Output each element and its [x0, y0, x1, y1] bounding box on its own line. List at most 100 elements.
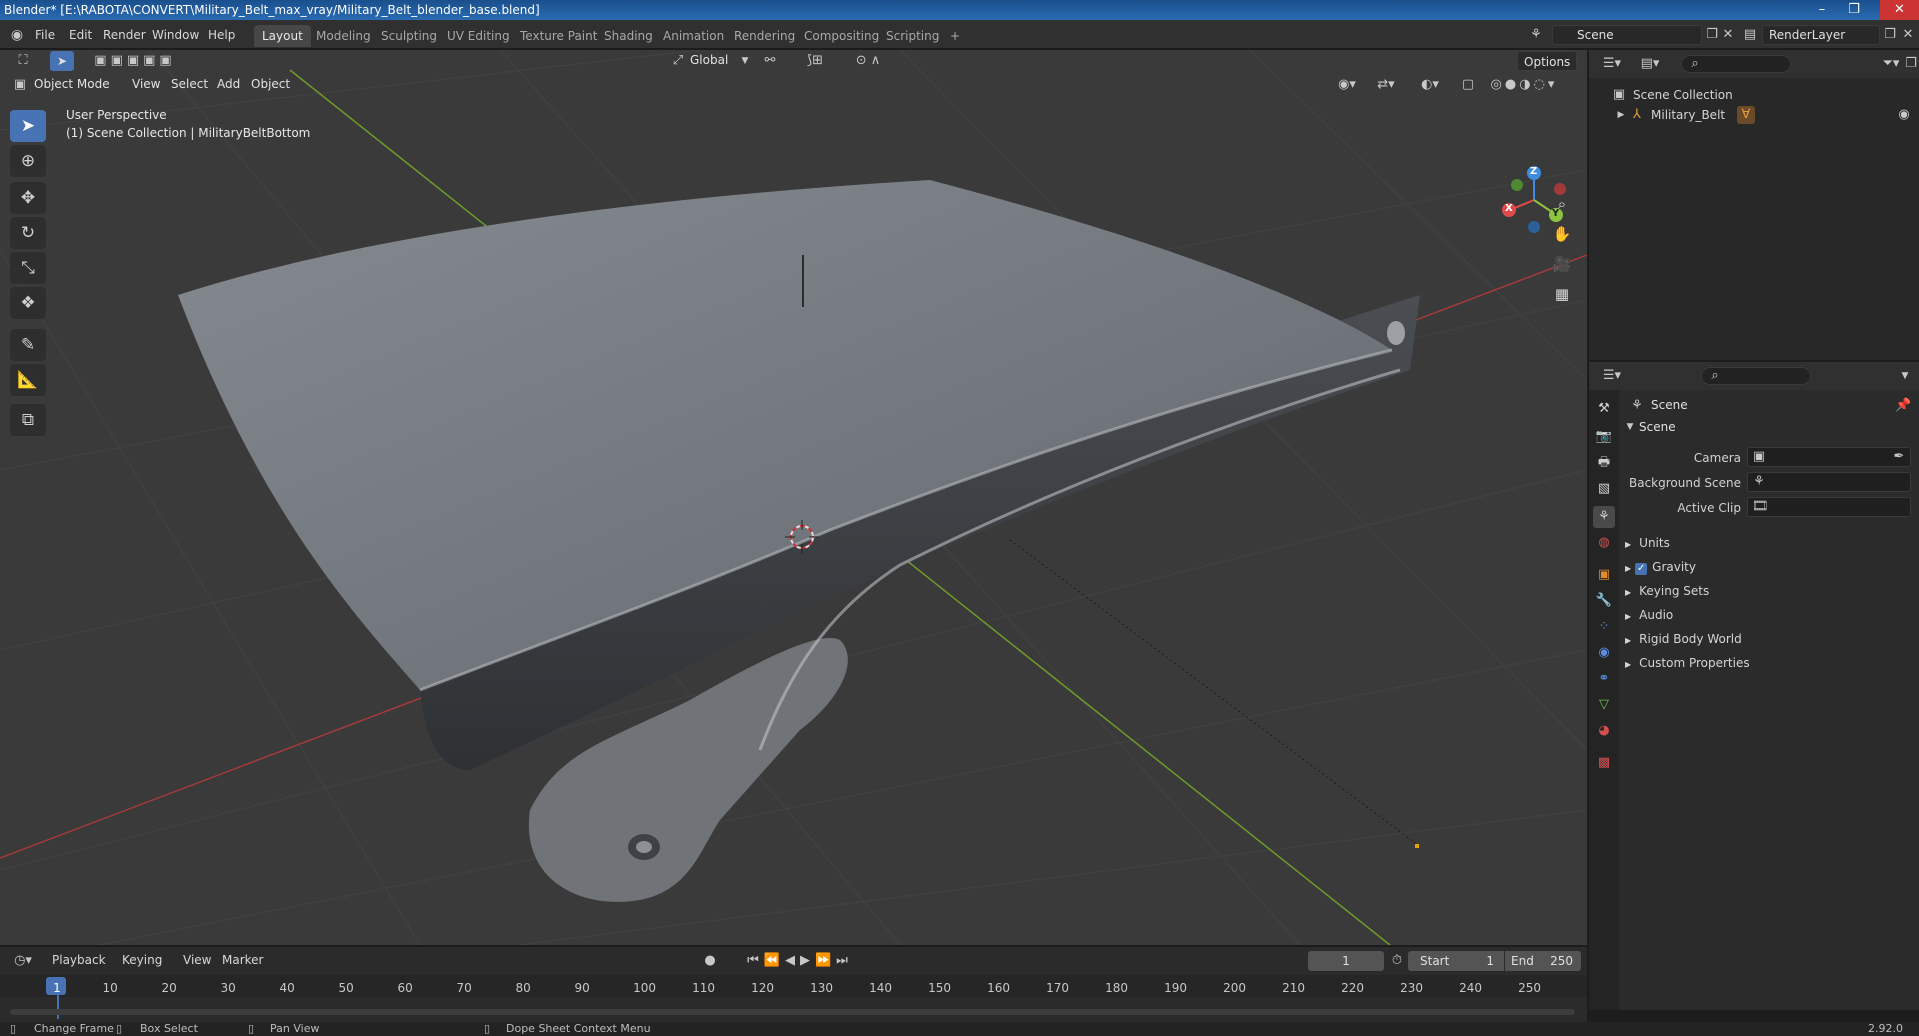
physics-tab-icon[interactable]: ◉	[1593, 642, 1615, 664]
rotate-tool-icon[interactable]: ↻	[10, 217, 46, 249]
tab-uv-editing[interactable]: UV Editing	[439, 25, 518, 47]
maximize-button[interactable]: ❐	[1840, 0, 1868, 20]
current-frame-field[interactable]: 1	[1308, 951, 1384, 971]
background-scene-field[interactable]: ⚘	[1747, 472, 1911, 492]
annotate-tool-icon[interactable]: ✎	[10, 329, 46, 361]
modifier-tab-icon[interactable]: 🔧	[1593, 590, 1615, 612]
menu-playback[interactable]: Playback	[52, 953, 106, 967]
menu-file[interactable]: File	[32, 26, 58, 44]
menu-keying[interactable]: Keying	[122, 953, 162, 967]
zoom-icon[interactable]: ⌕	[1548, 190, 1576, 218]
menu-render[interactable]: Render	[100, 26, 149, 44]
add-workspace-button[interactable]: +	[942, 25, 968, 47]
new-scene-icon[interactable]: ❐	[1704, 26, 1720, 44]
gravity-checkbox[interactable]: ✓	[1635, 563, 1648, 575]
menu-object[interactable]: Object	[251, 74, 290, 94]
render-tab-icon[interactable]: 📷	[1593, 426, 1615, 448]
view-layer-tab-icon[interactable]: ▧	[1593, 478, 1615, 500]
menu-timeline-view[interactable]: View	[183, 953, 211, 967]
tab-scripting[interactable]: Scripting	[878, 25, 947, 47]
world-tab-icon[interactable]: ◍	[1593, 532, 1615, 554]
timeline-editor-type-icon[interactable]: ◷▾	[10, 952, 36, 970]
panel-rigid-body-world[interactable]: ▶ Rigid Body World	[1625, 628, 1742, 650]
transform-tool-icon[interactable]: ❖	[10, 287, 46, 319]
timeline-scrollbar[interactable]	[10, 1009, 1575, 1015]
panel-audio[interactable]: ▶ Audio	[1625, 604, 1673, 626]
panel-gravity[interactable]: ▶ ✓ Gravity	[1625, 556, 1696, 578]
pan-hand-icon[interactable]: ✋	[1548, 220, 1576, 248]
panel-expand-arrow-icon[interactable]: ▼	[1625, 418, 1635, 436]
scene-tab-icon[interactable]: ⚘	[1593, 506, 1615, 528]
delete-renderlayer-icon[interactable]: ✕	[1900, 26, 1916, 44]
tab-layout[interactable]: Layout	[254, 25, 311, 47]
properties-search-input[interactable]: ⌕	[1701, 367, 1811, 385]
minimize-button[interactable]: –	[1808, 0, 1836, 20]
scene-selector[interactable]: Scene	[1552, 25, 1702, 45]
tab-animation[interactable]: Animation	[655, 25, 732, 47]
panel-custom-properties[interactable]: ▶ Custom Properties	[1625, 652, 1750, 674]
move-tool-icon[interactable]: ✥	[10, 182, 46, 214]
tab-texture-paint[interactable]: Texture Paint	[512, 25, 605, 47]
outliner-editor-type-icon[interactable]: ☰▾	[1599, 55, 1625, 73]
overlays-icon[interactable]: ◐▾	[1412, 76, 1448, 94]
output-tab-icon[interactable]: 🖶	[1593, 452, 1615, 474]
xray-icon[interactable]: ▢	[1458, 76, 1478, 94]
gizmo-x-label[interactable]: X	[1505, 203, 1513, 214]
outliner-row-military-belt[interactable]: ▶ ⅄ Military_Belt ∀ ◉	[1589, 105, 1919, 125]
proportional-editing-icon[interactable]: ⊙ ∧	[848, 52, 888, 70]
tool-tab-icon[interactable]: ⚒	[1593, 398, 1615, 420]
add-cube-tool-icon[interactable]: ⧉	[10, 404, 46, 436]
pin-icon[interactable]: 📌	[1895, 397, 1911, 415]
playback-controls-icons[interactable]: ⏮⏪◀▶⏩⏭	[745, 952, 855, 970]
tab-modeling[interactable]: Modeling	[308, 25, 379, 47]
chevron-down-icon[interactable]: ▼	[1897, 367, 1913, 385]
delete-scene-icon[interactable]: ✕	[1720, 26, 1736, 44]
tab-compositing[interactable]: Compositing	[796, 25, 887, 47]
active-clip-field[interactable]: 🎞	[1747, 497, 1911, 517]
filter-icon[interactable]: ⏷▾	[1879, 55, 1903, 73]
texture-tab-icon[interactable]: ▩	[1593, 752, 1615, 774]
close-button[interactable]: ✕	[1880, 0, 1919, 20]
outliner-search-input[interactable]: ⌕	[1681, 55, 1791, 73]
new-collection-icon[interactable]: ❐	[1903, 55, 1919, 73]
data-tab-icon[interactable]: ▽	[1593, 694, 1615, 716]
new-renderlayer-icon[interactable]: ❐	[1882, 26, 1898, 44]
snap-icon[interactable]: ⟆⊞	[790, 52, 840, 70]
pivot-point-icon[interactable]: ⚯	[755, 52, 785, 70]
record-icon[interactable]: ●	[700, 952, 720, 970]
particles-tab-icon[interactable]: ⁘	[1593, 616, 1615, 638]
eyedropper-icon[interactable]: ✒	[1892, 448, 1906, 466]
material-tab-icon[interactable]: ◕	[1593, 720, 1615, 742]
panel-units[interactable]: ▶ Units	[1625, 532, 1670, 554]
constraints-tab-icon[interactable]: ⚭	[1593, 668, 1615, 690]
panel-keying-sets[interactable]: ▶ Keying Sets	[1625, 580, 1709, 602]
display-mode-icon[interactable]: ▤▾	[1637, 55, 1663, 73]
menu-select[interactable]: Select	[171, 74, 208, 94]
scene-panel-title[interactable]: Scene	[1639, 420, 1676, 434]
stopwatch-icon[interactable]: ⏱	[1388, 952, 1406, 970]
select-box-tool-icon[interactable]: ➤	[10, 110, 46, 142]
outliner-row-scene-collection[interactable]: ▣ Scene Collection	[1589, 85, 1919, 105]
select-tool-icon[interactable]: ➤	[50, 51, 74, 71]
menu-window[interactable]: Window	[149, 26, 202, 44]
modifier-icon[interactable]: ∀	[1737, 106, 1755, 124]
start-frame-field[interactable]: Start 1	[1408, 951, 1504, 971]
tab-rendering[interactable]: Rendering	[726, 25, 803, 47]
properties-editor-type-icon[interactable]: ☰▾	[1599, 367, 1625, 385]
tab-shading[interactable]: Shading	[596, 25, 661, 47]
expand-arrow-icon[interactable]: ▶	[1615, 106, 1627, 124]
renderlayer-selector[interactable]: RenderLayer	[1762, 25, 1880, 45]
options-dropdown[interactable]: Options	[1517, 51, 1578, 71]
3d-viewport[interactable]: Z X Y ⛶ ➤ ▣▣▣▣▣ ⤢ Global ▼ ⚯ ⟆⊞ ⊙ ∧ Opti…	[0, 50, 1587, 945]
visibility-icon[interactable]: ◉▾	[1333, 76, 1361, 94]
menu-add[interactable]: Add	[217, 74, 240, 94]
menu-help[interactable]: Help	[205, 26, 238, 44]
scale-tool-icon[interactable]: ⤡	[10, 252, 46, 284]
transform-orientation-dropdown[interactable]: Global	[690, 50, 728, 70]
measure-tool-icon[interactable]: 📐	[10, 364, 46, 396]
ortho-grid-icon[interactable]: ▦	[1548, 280, 1576, 308]
tab-sculpting[interactable]: Sculpting	[373, 25, 445, 47]
cursor-tool-icon[interactable]: ⊕	[10, 145, 46, 177]
gizmo-z-label[interactable]: Z	[1530, 166, 1537, 177]
shading-mode-icons[interactable]: ◎●◑◌▾	[1482, 76, 1566, 94]
